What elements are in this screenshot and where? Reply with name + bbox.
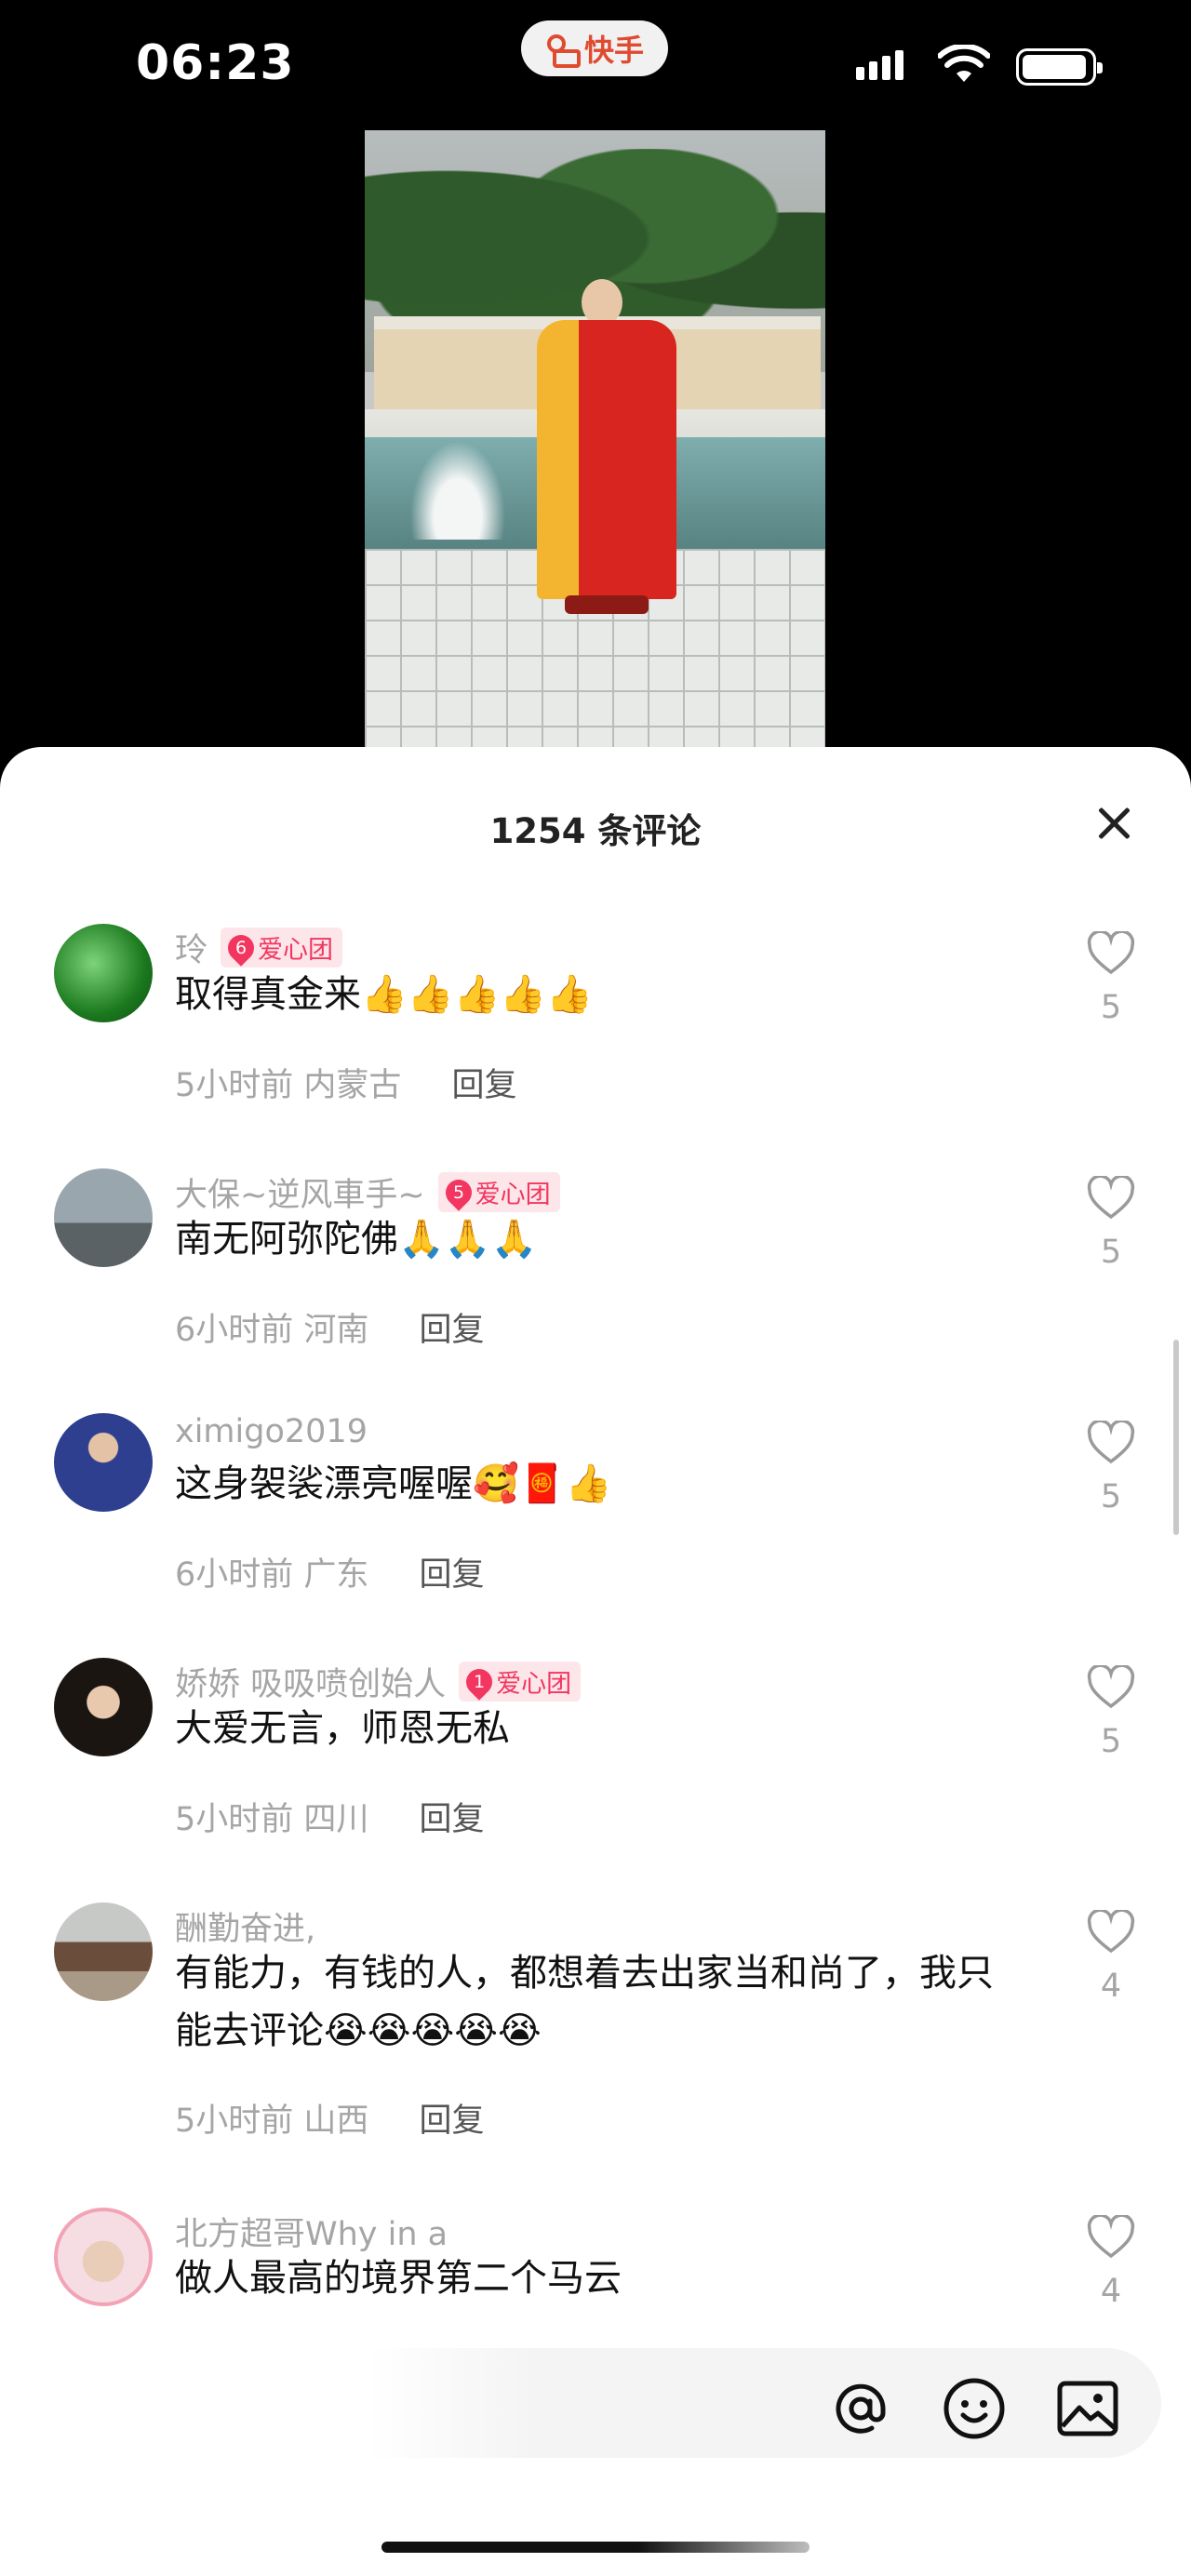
reply-button[interactable]: 回复: [419, 1548, 484, 1595]
comment-username[interactable]: 玲: [175, 924, 207, 971]
comments-sheet: 1254 条评论 玲 6 爱心团 取得真金来👍👍👍👍👍 5小时前 内蒙古 回复 5…: [0, 747, 1191, 2576]
reply-button[interactable]: 回复: [419, 1793, 484, 1840]
video-preview[interactable]: [365, 130, 825, 749]
comment-input-bar: [0, 2328, 1191, 2463]
comment-username[interactable]: ximigo2019: [175, 1413, 368, 1450]
scrollbar[interactable]: [1173, 1340, 1179, 1535]
comment-text: 做人最高的境界第二个马云: [175, 2257, 622, 2300]
home-indicator[interactable]: [381, 2542, 810, 2553]
status-bar: 06:23 快手: [0, 0, 1191, 130]
comment-location: 广东: [303, 1556, 369, 1594]
avatar[interactable]: [54, 1658, 153, 1756]
like-count: 5: [1100, 1723, 1122, 1760]
like-button[interactable]: 5: [1085, 1419, 1137, 1515]
like-count: 4: [1100, 1968, 1122, 2005]
app-name: 快手: [583, 33, 644, 68]
heart-icon: [1087, 929, 1135, 975]
like-button[interactable]: 5: [1085, 1174, 1137, 1271]
comment-text: 这身袈裟漂亮喔喔🥰🧧👍: [175, 1462, 612, 1505]
reply-button[interactable]: 回复: [451, 1059, 516, 1106]
reply-button[interactable]: 回复: [419, 2094, 484, 2142]
avatar[interactable]: [54, 924, 153, 1022]
reply-button[interactable]: 回复: [419, 1303, 484, 1351]
avatar[interactable]: [54, 1168, 153, 1267]
kuaishou-app-pill[interactable]: 快手: [521, 20, 668, 76]
comment-username[interactable]: 酬勤奋进,: [175, 1902, 315, 1950]
comment-username[interactable]: 北方超哥Why in a: [175, 2208, 448, 2255]
kuaishou-logo-icon: [545, 33, 581, 68]
comment-time: 5小时前: [175, 2102, 294, 2140]
at-icon[interactable]: [828, 2376, 893, 2441]
comment-text: 大爱无言，师恩无私: [175, 1707, 510, 1750]
avatar[interactable]: [54, 2208, 153, 2306]
like-count: 5: [1100, 1478, 1122, 1515]
wifi-icon: [938, 45, 990, 82]
monk-figure: [537, 279, 676, 623]
comment-username[interactable]: 娇娇 吸吸喷创始人: [175, 1658, 446, 1705]
fan-club-badge: 6 爱心团: [221, 928, 343, 968]
fan-club-badge: 5 爱心团: [437, 1172, 560, 1212]
comment-location: 内蒙古: [303, 1067, 402, 1104]
fan-club-badge: 1 爱心团: [459, 1662, 582, 1702]
like-button[interactable]: 4: [1085, 2213, 1137, 2310]
comments-title: 1254 条评论: [489, 811, 702, 851]
battery-icon: [1016, 48, 1103, 86]
avatar[interactable]: [54, 1902, 153, 2001]
heart-icon: [1087, 2213, 1135, 2259]
like-count: 4: [1100, 2273, 1122, 2310]
heart-icon: [1087, 1908, 1135, 1954]
like-count: 5: [1100, 1234, 1122, 1271]
like-count: 5: [1100, 989, 1122, 1026]
comment-text: 有能力，有钱的人，都想着去出家当和尚了，我只能去评论😭😭😭😭😭: [175, 1952, 994, 2052]
avatar[interactable]: [54, 1413, 153, 1512]
like-button[interactable]: 4: [1085, 1908, 1137, 2005]
comment-text: 取得真金来👍👍👍👍👍: [175, 973, 594, 1016]
cellular-signal-icon: [856, 50, 903, 80]
close-icon[interactable]: [1093, 803, 1134, 844]
heart-icon: [1087, 1419, 1135, 1464]
comment-time: 5小时前: [175, 1067, 294, 1104]
comment-text: 南无阿弥陀佛🙏🙏🙏: [175, 1218, 538, 1261]
comment-location: 四川: [303, 1801, 369, 1838]
heart-icon: [1087, 1663, 1135, 1709]
comment-location: 河南: [303, 1312, 369, 1349]
emoji-icon[interactable]: [942, 2376, 1007, 2441]
comment-username[interactable]: 大保~逆风車手~: [175, 1168, 425, 1216]
image-icon[interactable]: [1055, 2376, 1120, 2441]
heart-icon: [1087, 1174, 1135, 1220]
like-button[interactable]: 5: [1085, 1663, 1137, 1760]
comment-time: 6小时前: [175, 1556, 294, 1594]
clock: 06:23: [136, 35, 295, 91]
comment-location: 山西: [303, 2102, 369, 2140]
comment-time: 5小时前: [175, 1801, 294, 1838]
comment-time: 6小时前: [175, 1312, 294, 1349]
like-button[interactable]: 5: [1085, 929, 1137, 1026]
